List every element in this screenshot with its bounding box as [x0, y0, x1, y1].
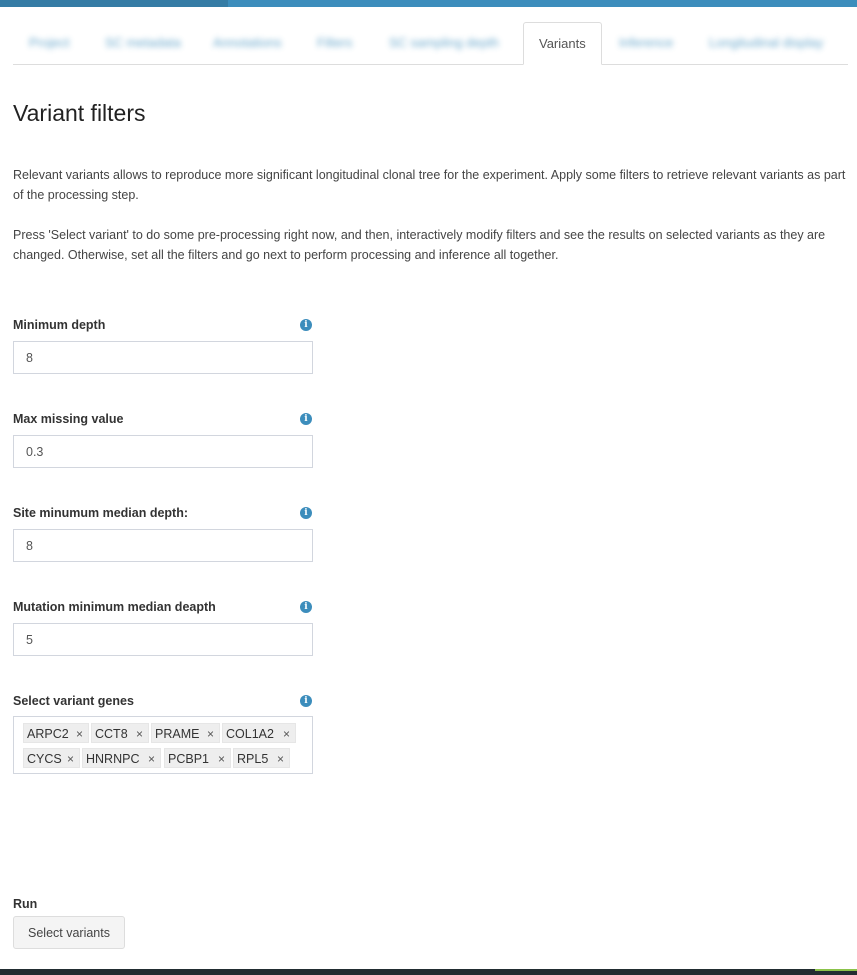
site-depth-input[interactable] — [13, 529, 313, 562]
tab-sc-sampling-depth[interactable]: SC sampling depth — [389, 22, 499, 63]
mutation-depth-input[interactable] — [13, 623, 313, 656]
tab-project[interactable]: Project — [29, 22, 69, 63]
top-bar-segment — [0, 0, 228, 7]
mutation-depth-label: Mutation minimum median deapth — [13, 600, 216, 614]
max-missing-input[interactable] — [13, 435, 313, 468]
remove-chip-icon[interactable]: × — [67, 749, 74, 769]
remove-chip-icon[interactable]: × — [76, 724, 83, 744]
remove-chip-icon[interactable]: × — [277, 749, 284, 769]
remove-chip-icon[interactable]: × — [207, 724, 214, 744]
select-variants-button[interactable]: Select variants — [13, 916, 125, 949]
gene-chip-label: CYCS — [27, 752, 62, 766]
site-depth-label: Site minumum median depth: — [13, 506, 189, 520]
info-icon[interactable]: i — [300, 601, 312, 613]
gene-chip: ARPC2 × — [23, 723, 89, 743]
tab-bar: Project SC metadata Annotations Filters … — [13, 22, 848, 65]
gene-chip: CCT8 × — [91, 723, 149, 743]
gene-chip-label: PCBP1 — [168, 752, 209, 766]
footer-accent — [815, 969, 857, 971]
remove-chip-icon[interactable]: × — [218, 749, 225, 769]
gene-chip-label: CCT8 — [95, 727, 128, 741]
max-missing-label: Max missing value — [13, 412, 124, 426]
tab-variants[interactable]: Variants — [523, 22, 602, 65]
page-title: Variant filters — [13, 100, 146, 126]
gene-chip: RPL5 × — [233, 748, 290, 768]
tab-annotations[interactable]: Annotations — [213, 22, 282, 63]
intro-paragraph-2: Press 'Select variant' to do some pre-pr… — [13, 228, 826, 262]
gene-chip-label: ARPC2 — [27, 727, 69, 741]
tab-longitudinal-display[interactable]: Longitudinal display — [709, 22, 823, 63]
info-icon[interactable]: i — [300, 319, 312, 331]
info-icon[interactable]: i — [300, 507, 312, 519]
gene-chip: CYCS × — [23, 748, 80, 768]
intro-paragraph-1: Relevant variants allows to reproduce mo… — [13, 168, 846, 202]
run-label: Run — [13, 897, 38, 911]
gene-chip: PCBP1 × — [164, 748, 231, 768]
info-icon[interactable]: i — [300, 695, 312, 707]
info-icon[interactable]: i — [300, 413, 312, 425]
tab-inference[interactable]: Inference — [619, 22, 673, 63]
gene-chip: PRAME × — [151, 723, 220, 743]
remove-chip-icon[interactable]: × — [283, 724, 290, 744]
gene-chip-label: RPL5 — [237, 752, 269, 766]
gene-chip-label: HNRNPC — [86, 752, 140, 766]
gene-chip-label: PRAME — [155, 727, 200, 741]
top-progress-bar — [0, 0, 857, 7]
min-depth-label: Minimum depth — [13, 318, 106, 332]
gene-chip: COL1A2 × — [222, 723, 296, 743]
gene-select-input[interactable]: ARPC2 × CCT8 × PRAME × COL1A2 × CYCS × HNRNPC… — [13, 716, 313, 774]
gene-chip: HNRNPC × — [82, 748, 161, 768]
min-depth-input[interactable] — [13, 341, 313, 374]
footer-bar — [0, 969, 857, 975]
remove-chip-icon[interactable]: × — [148, 749, 155, 769]
genes-label: Select variant genes — [13, 694, 134, 708]
tab-filters[interactable]: Filters — [317, 22, 352, 63]
remove-chip-icon[interactable]: × — [136, 724, 143, 744]
gene-chip-label: COL1A2 — [226, 727, 274, 741]
tab-sc-metadata[interactable]: SC metadata — [105, 22, 181, 63]
